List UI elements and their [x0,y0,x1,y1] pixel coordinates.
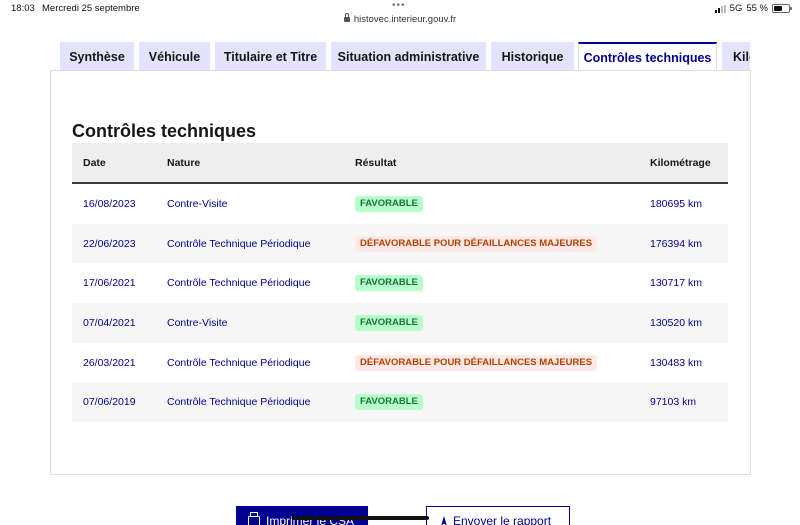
lock-icon [343,13,350,22]
header-result: Résultat [355,157,397,169]
network-label: 5G [729,3,743,14]
cell-nature: Contrôle Technique Périodique [167,277,311,290]
result-badge: DÉFAVORABLE POUR DÉFAILLANCES MAJEURES [355,235,598,252]
cell-km: 130483 km [650,356,702,369]
cell-km: 97103 km [650,396,697,409]
multitask-dots-icon[interactable]: ••• [392,1,406,11]
cell-nature: Contrôle Technique Périodique [167,356,311,369]
cell-nature: Contrôle Technique Périodique [167,396,311,409]
section-title: Contrôles techniques [72,121,257,141]
header-nature: Nature [167,157,201,169]
tab-bar: Synthèse Véhicule Titulaire et Titre Sit… [60,42,750,71]
table-row: 16/08/2023 Contre-Visite FAVORABLE 18069… [72,184,728,224]
table-row: 26/03/2021 Contrôle Technique Périodique… [72,343,728,383]
battery-label: 55 % [746,3,768,14]
cell-nature: Contre-Visite [167,317,228,330]
cell-date: 22/06/2023 [83,237,136,250]
status-date: Mercredi 25 septembre [42,3,140,14]
header-km: Kilométrage [650,157,711,169]
tab-kilometrage[interactable]: Kilo [722,42,750,71]
table-row: 17/06/2021 Contrôle Technique Périodique… [72,263,728,303]
cell-date: 07/04/2021 [83,317,136,330]
controles-table: Date Nature Résultat Kilométrage 16/08/2… [72,143,728,423]
address-url: histovec.interieur.gouv.fr [353,14,457,25]
address-bar[interactable]: histovec.interieur.gouv.fr [0,13,800,25]
battery-icon [772,4,792,13]
tab-historique[interactable]: Historique [491,42,574,71]
table-header: Date Nature Résultat Kilométrage [72,143,728,184]
header-date: Date [83,157,106,169]
status-time: 18:03 [11,3,35,14]
table-row: 07/04/2021 Contre-Visite FAVORABLE 13052… [72,303,728,343]
print-icon [248,512,260,525]
cell-date: 17/06/2021 [83,277,136,290]
send-icon [441,516,447,525]
cell-date: 16/08/2023 [83,198,136,210]
tab-synthese[interactable]: Synthèse [60,42,134,71]
cell-km: 180695 km [650,198,702,210]
result-badge: FAVORABLE [355,275,423,292]
tab-vehicule[interactable]: Véhicule [139,42,210,71]
cell-date: 26/03/2021 [83,356,136,369]
table-row: 07/06/2019 Contrôle Technique Périodique… [72,382,728,423]
cell-nature: Contre-Visite [167,198,228,210]
send-report-button[interactable]: Envoyer le rapport [426,506,570,525]
result-badge: FAVORABLE [355,315,423,332]
cell-km: 176394 km [650,237,702,250]
cell-km: 130520 km [650,317,702,330]
tab-titulaire-titre[interactable]: Titulaire et Titre [215,42,326,71]
result-badge: FAVORABLE [355,394,423,411]
table-row: 22/06/2023 Contrôle Technique Périodique… [72,223,728,264]
send-button-label: Envoyer le rapport [453,514,552,525]
cell-km: 130717 km [650,277,702,290]
status-bar: 18:03 Mercredi 25 septembre ••• histovec… [0,0,800,28]
result-badge: DÉFAVORABLE POUR DÉFAILLANCES MAJEURES [355,354,598,371]
status-indicators: 5G 55 % [714,3,792,14]
tab-situation-administrative[interactable]: Situation administrative [331,42,486,71]
tab-controles-techniques[interactable]: Contrôles techniques [578,42,717,71]
cell-date: 07/06/2019 [83,396,136,409]
battery-level [774,6,782,11]
result-badge: FAVORABLE [355,196,423,212]
signal-icon [714,4,726,13]
cell-nature: Contrôle Technique Périodique [167,237,311,250]
home-indicator[interactable] [292,516,429,520]
